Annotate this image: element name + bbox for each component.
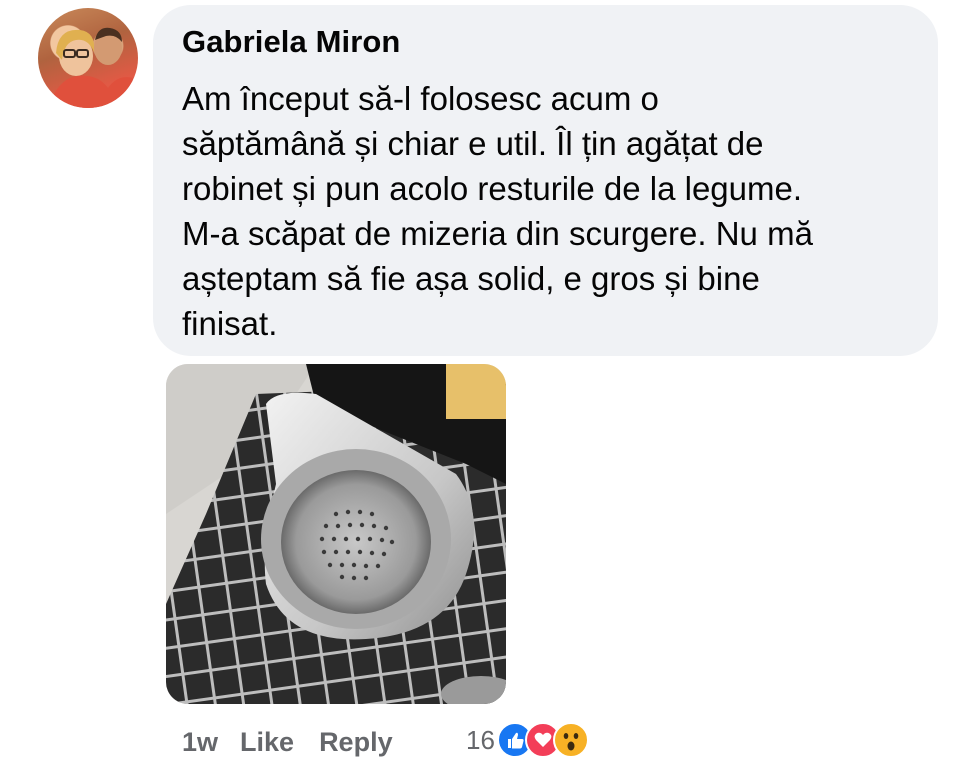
like-button[interactable]: Like	[240, 727, 294, 758]
avatar[interactable]	[38, 8, 138, 108]
reply-button[interactable]: Reply	[319, 727, 393, 758]
comment-text-line: așteptam să fie așa solid, e gros și bin…	[182, 260, 760, 297]
comment-text-line: finisat.	[182, 305, 278, 342]
reactions-summary[interactable]: 16	[466, 720, 589, 760]
comment-text: Am început să-l folosesc acum o săptămân…	[182, 76, 912, 346]
reaction-count: 16	[466, 724, 495, 755]
comment-text-line: săptămână și chiar e util. Îl țin agățat…	[182, 125, 764, 162]
comment-photo[interactable]	[166, 364, 506, 704]
comment-actions: 1w Like Reply	[182, 724, 393, 760]
comment-timestamp[interactable]: 1w	[182, 727, 218, 758]
comment-text-line: robinet și pun acolo resturile de la leg…	[182, 170, 803, 207]
wow-reaction-icon	[552, 722, 589, 758]
comment-text-line: Am început să-l folosesc acum o	[182, 80, 659, 117]
comment-text-line: M-a scăpat de mizeria din scurgere. Nu m…	[182, 215, 813, 252]
comment-author-name[interactable]: Gabriela Miron	[182, 24, 400, 60]
